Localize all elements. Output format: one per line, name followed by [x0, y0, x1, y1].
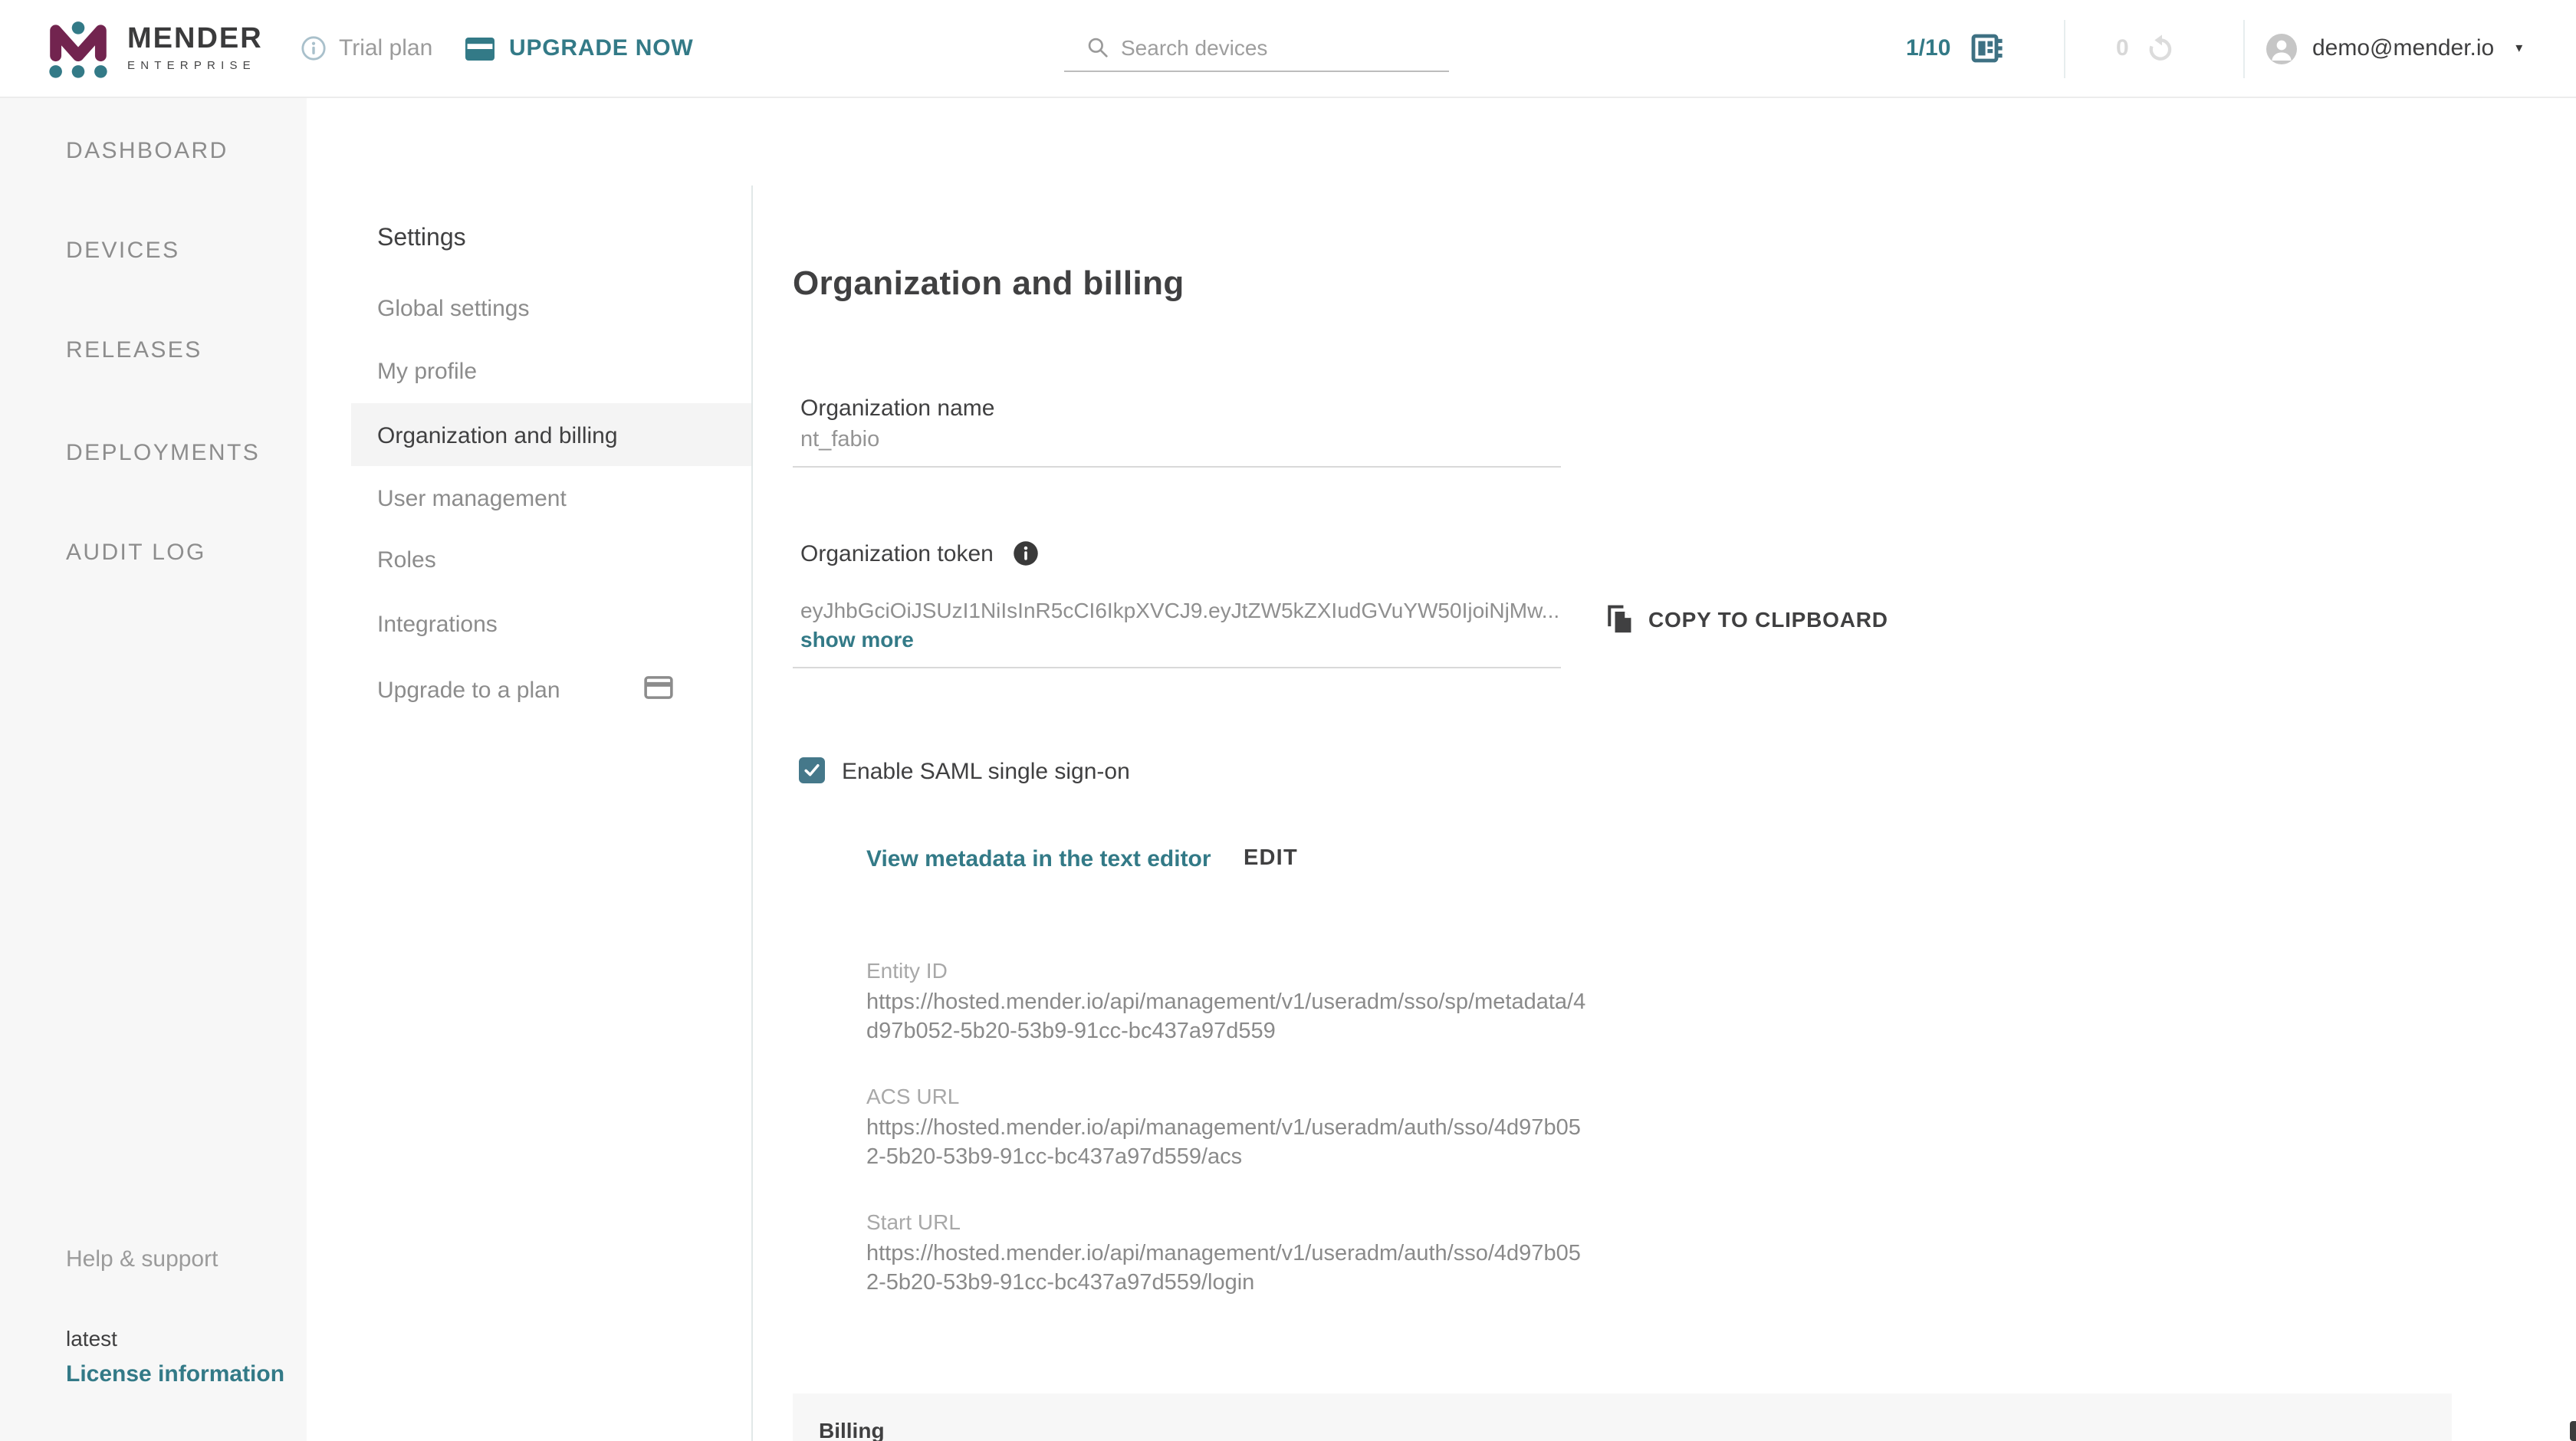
chevron-down-icon: ▾	[2515, 40, 2522, 57]
main-sidebar: DASHBOARD DEVICES RELEASES DEPLOYMENTS A…	[0, 97, 307, 1441]
settings-nav-organization-billing[interactable]: Organization and billing	[377, 423, 618, 449]
help-support-link[interactable]: Help & support	[66, 1246, 218, 1272]
settings-nav-my-profile[interactable]: My profile	[377, 359, 477, 385]
copy-to-clipboard-label: COPY TO CLIPBOARD	[1648, 607, 1888, 632]
saml-checkbox-label[interactable]: Enable SAML single sign-on	[842, 759, 1130, 785]
start-url-value: https://hosted.mender.io/api/management/…	[866, 1240, 1590, 1298]
upgrade-now-label: UPGRADE NOW	[509, 35, 693, 61]
header-divider	[2064, 20, 2065, 78]
organization-token-label-row: Organization token	[800, 540, 1040, 567]
organization-name-value: nt_fabio	[800, 428, 879, 452]
device-limit-indicator[interactable]: 1/10	[1906, 0, 2004, 97]
settings-nav-roles[interactable]: Roles	[377, 547, 436, 573]
chat-launcher-edge[interactable]	[2570, 1421, 2576, 1441]
pending-count: 0	[2116, 35, 2129, 61]
upgrade-now-button[interactable]: UPGRADE NOW	[465, 0, 693, 97]
organization-name-underline	[793, 466, 1561, 468]
sidebar-item-dashboard[interactable]: DASHBOARD	[66, 138, 228, 164]
search-input[interactable]	[1064, 25, 1449, 72]
account-menu[interactable]: demo@mender.io ▾	[2266, 0, 2522, 97]
brand-name: MENDER	[127, 25, 263, 54]
info-outline-icon	[301, 35, 327, 61]
entity-id-value: https://hosted.mender.io/api/management/…	[866, 989, 1590, 1047]
pending-devices-button[interactable]: 0	[2116, 0, 2177, 97]
page-title: Organization and billing	[793, 264, 1184, 304]
entity-id-label: Entity ID	[866, 958, 1590, 983]
billing-section: Billing	[793, 1393, 2452, 1441]
license-information-link[interactable]: License information	[66, 1361, 284, 1387]
organization-name-label: Organization name	[800, 396, 995, 422]
user-email: demo@mender.io	[2312, 35, 2494, 61]
credit-card-icon	[465, 36, 495, 61]
mender-logo-icon	[49, 15, 107, 82]
info-icon[interactable]	[1012, 540, 1040, 567]
start-url-group: Start URL https://hosted.mender.io/api/m…	[866, 1210, 1590, 1298]
organization-token-value: eyJhbGciOiJSUzI1NiIsInR5cCI6IkpXVCJ9.eyJ…	[800, 598, 1559, 622]
trial-plan-label: Trial plan	[339, 35, 432, 61]
device-search	[1064, 25, 1449, 72]
device-limit-count: 1/10	[1906, 35, 1950, 61]
mender-logo[interactable]: MENDER ENTERPRISE	[49, 0, 263, 97]
saml-checkbox[interactable]	[799, 757, 825, 783]
show-more-link[interactable]: show more	[800, 627, 914, 652]
settings-nav-title: Settings	[377, 225, 466, 253]
settings-nav-upgrade-plan[interactable]: Upgrade to a plan	[377, 678, 560, 704]
sidebar-item-audit-log[interactable]: AUDIT LOG	[66, 540, 206, 566]
refresh-icon	[2146, 33, 2177, 64]
settings-nav-divider	[751, 185, 753, 1441]
acs-url-group: ACS URL https://hosted.mender.io/api/man…	[866, 1084, 1590, 1173]
version-label: latest	[66, 1326, 117, 1351]
organization-token-underline	[793, 667, 1561, 668]
brand-subtitle: ENTERPRISE	[127, 61, 263, 72]
header-divider	[2243, 20, 2245, 78]
organization-token-label: Organization token	[800, 540, 994, 566]
start-url-label: Start URL	[866, 1210, 1590, 1234]
entity-id-group: Entity ID https://hosted.mender.io/api/m…	[866, 958, 1590, 1047]
settings-nav-global-settings[interactable]: Global settings	[377, 296, 529, 322]
credit-card-outline-icon	[644, 676, 673, 707]
settings-nav-user-management[interactable]: User management	[377, 486, 567, 512]
device-board-icon	[1970, 32, 2004, 64]
acs-url-value: https://hosted.mender.io/api/management/…	[866, 1114, 1590, 1173]
sidebar-item-devices[interactable]: DEVICES	[66, 238, 180, 264]
sidebar-item-deployments[interactable]: DEPLOYMENTS	[66, 440, 260, 466]
copy-icon	[1604, 602, 1635, 636]
edit-button[interactable]: EDIT	[1244, 846, 1298, 871]
copy-to-clipboard-button[interactable]: COPY TO CLIPBOARD	[1604, 602, 1888, 636]
avatar	[2266, 33, 2297, 64]
app-header: MENDER ENTERPRISE Trial plan UPG	[0, 0, 2576, 98]
billing-section-title: Billing	[819, 1418, 885, 1441]
acs-url-label: ACS URL	[866, 1084, 1590, 1108]
trial-plan-chip[interactable]: Trial plan	[301, 0, 432, 97]
settings-nav-integrations[interactable]: Integrations	[377, 612, 498, 638]
sidebar-item-releases[interactable]: RELEASES	[66, 337, 202, 363]
view-metadata-link[interactable]: View metadata in the text editor	[866, 846, 1211, 872]
app-window: MENDER ENTERPRISE Trial plan UPG	[0, 0, 2576, 1441]
